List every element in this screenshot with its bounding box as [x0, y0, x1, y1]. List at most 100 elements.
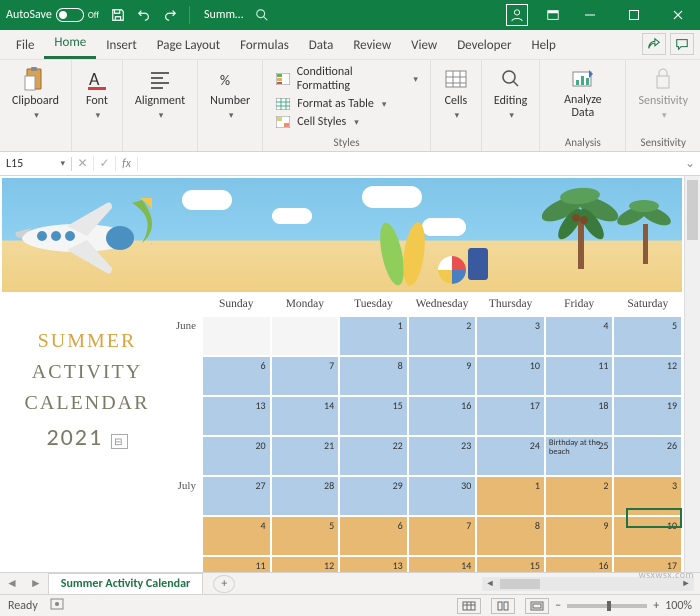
calendar-day-cell[interactable]: 2: [408, 316, 477, 356]
worksheet-content[interactable]: SUMMER ACTIVITY CALENDAR 2021 ⊟ Sunday M…: [0, 176, 684, 572]
tab-developer[interactable]: Developer: [447, 32, 521, 59]
calendar-day-cell[interactable]: 13: [339, 556, 408, 572]
calendar-day-cell[interactable]: 15: [476, 556, 545, 572]
horizontal-scrollbar[interactable]: ◄►: [235, 577, 700, 591]
cancel-icon[interactable]: ✕: [72, 156, 94, 171]
conditional-formatting-button[interactable]: Conditional Formatting▾: [271, 64, 422, 94]
calendar-day-cell[interactable]: 9: [545, 516, 614, 556]
cell-styles-button[interactable]: Cell Styles▾: [271, 114, 422, 130]
calendar-day-cell[interactable]: 21: [271, 436, 340, 476]
sheet-nav-next[interactable]: ►: [24, 576, 48, 591]
undo-icon[interactable]: [135, 6, 153, 24]
calendar-day-cell[interactable]: 8: [339, 356, 408, 396]
calendar-day-cell[interactable]: 12: [613, 356, 682, 396]
calendar-day-cell[interactable]: 16: [408, 396, 477, 436]
view-page-break-icon[interactable]: [525, 598, 549, 614]
calendar-day-cell[interactable]: 6: [202, 356, 271, 396]
zoom-out-button[interactable]: −: [555, 599, 561, 613]
search-icon[interactable]: [253, 6, 271, 24]
zoom-level[interactable]: 100%: [665, 599, 692, 613]
font-button[interactable]: A Font ▾: [80, 64, 114, 123]
save-icon[interactable]: [109, 6, 127, 24]
minimize-button[interactable]: [568, 0, 612, 30]
calendar-day-cell[interactable]: 12: [271, 556, 340, 572]
alignment-button[interactable]: Alignment ▾: [131, 64, 189, 123]
calendar-day-cell[interactable]: 22: [339, 436, 408, 476]
calendar-day-cell[interactable]: 18: [545, 396, 614, 436]
calendar-day-cell[interactable]: 5: [613, 316, 682, 356]
tab-formulas[interactable]: Formulas: [230, 32, 299, 59]
calendar-day-cell[interactable]: 19: [613, 396, 682, 436]
add-sheet-button[interactable]: +: [213, 575, 235, 593]
calendar-day-cell[interactable]: 3: [613, 476, 682, 516]
calendar-day-cell[interactable]: 4: [545, 316, 614, 356]
calendar-day-cell[interactable]: 23: [408, 436, 477, 476]
calendar-day-cell[interactable]: 10: [613, 516, 682, 556]
view-normal-icon[interactable]: [457, 598, 481, 614]
view-page-layout-icon[interactable]: [491, 598, 515, 614]
fx-button[interactable]: fx: [116, 157, 138, 171]
analyze-data-button[interactable]: Analyze Data: [548, 64, 617, 122]
ribbon-display-icon[interactable]: [538, 0, 568, 30]
expand-formula-icon[interactable]: ⌄: [680, 156, 700, 171]
calendar-day-cell[interactable]: 10: [476, 356, 545, 396]
close-button[interactable]: [656, 0, 700, 30]
calendar-day-cell[interactable]: 29: [339, 476, 408, 516]
macro-record-icon[interactable]: [50, 598, 64, 614]
calendar-day-cell[interactable]: 7: [408, 516, 477, 556]
calendar-day-cell[interactable]: 6: [339, 516, 408, 556]
cells-button[interactable]: Cells ▾: [439, 64, 473, 123]
calendar-day-cell[interactable]: 16: [545, 556, 614, 572]
calendar-day-cell[interactable]: [202, 316, 271, 356]
redo-icon[interactable]: [161, 6, 179, 24]
autosave-switch[interactable]: [56, 8, 84, 22]
share-icon[interactable]: [642, 33, 666, 55]
number-button[interactable]: % Number ▾: [206, 64, 254, 123]
calendar-day-cell[interactable]: 9: [408, 356, 477, 396]
calendar-day-cell[interactable]: 14: [408, 556, 477, 572]
calendar-day-cell[interactable]: 25Birthday at the beach: [545, 436, 614, 476]
calendar-day-cell[interactable]: 13: [202, 396, 271, 436]
calendar-day-cell[interactable]: 27: [202, 476, 271, 516]
autosave-toggle[interactable]: AutoSave Off: [0, 8, 105, 22]
calendar-day-cell[interactable]: 14: [271, 396, 340, 436]
maximize-button[interactable]: [612, 0, 656, 30]
calendar-day-cell[interactable]: 24: [476, 436, 545, 476]
calendar-day-cell[interactable]: 30: [408, 476, 477, 516]
calendar-day-cell[interactable]: 17: [476, 396, 545, 436]
calendar-day-cell[interactable]: 11: [202, 556, 271, 572]
sheet-tab[interactable]: Summer Activity Calendar: [48, 573, 204, 594]
vertical-scrollbar[interactable]: [684, 176, 700, 572]
name-box[interactable]: L15▾: [0, 157, 72, 171]
calendar-day-cell[interactable]: 7: [271, 356, 340, 396]
tab-home[interactable]: Home: [44, 29, 96, 59]
calendar-day-cell[interactable]: 1: [339, 316, 408, 356]
editing-button[interactable]: Editing ▾: [490, 64, 531, 123]
tab-insert[interactable]: Insert: [96, 32, 147, 59]
clipboard-button[interactable]: Clipboard ▾: [8, 64, 63, 123]
calendar-day-cell[interactable]: 20: [202, 436, 271, 476]
tab-help[interactable]: Help: [521, 32, 565, 59]
tab-data[interactable]: Data: [299, 32, 344, 59]
calendar-day-cell[interactable]: 15: [339, 396, 408, 436]
tab-file[interactable]: File: [6, 32, 44, 59]
calendar-day-cell[interactable]: 11: [545, 356, 614, 396]
account-icon[interactable]: [506, 4, 528, 26]
enter-icon[interactable]: ✓: [94, 156, 116, 171]
calendar-day-cell[interactable]: 28: [271, 476, 340, 516]
calendar-day-cell[interactable]: 1: [476, 476, 545, 516]
sensitivity-button[interactable]: Sensitivity ▾: [634, 64, 692, 123]
calendar-day-cell[interactable]: 26: [613, 436, 682, 476]
comments-icon[interactable]: [670, 33, 694, 55]
tab-review[interactable]: Review: [343, 32, 401, 59]
calendar-day-cell[interactable]: [271, 316, 340, 356]
calendar-day-cell[interactable]: 3: [476, 316, 545, 356]
tab-page-layout[interactable]: Page Layout: [147, 32, 230, 59]
calendar-day-cell[interactable]: 2: [545, 476, 614, 516]
calendar-day-cell[interactable]: 8: [476, 516, 545, 556]
sheet-nav-prev[interactable]: ◄: [0, 576, 24, 591]
calendar-day-cell[interactable]: 5: [271, 516, 340, 556]
zoom-in-button[interactable]: +: [653, 599, 659, 613]
tab-view[interactable]: View: [401, 32, 447, 59]
format-as-table-button[interactable]: Format as Table▾: [271, 96, 422, 112]
